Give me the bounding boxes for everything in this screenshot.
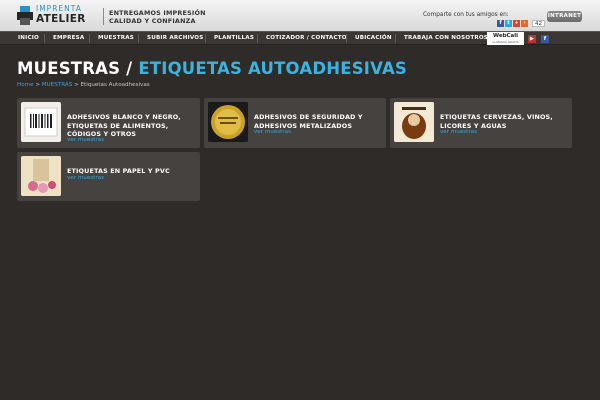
category-card[interactable]: ADHESIVOS BLANCO Y NEGRO, ETIQUETAS DE A… — [17, 98, 200, 148]
nav-separator — [257, 34, 258, 43]
share-count: 42 — [532, 20, 545, 27]
nav-item-ubicacion[interactable]: UBICACIÓN — [355, 32, 392, 45]
card-link[interactable]: ver muestras — [440, 129, 477, 135]
card-thumbnail-beer-label — [394, 102, 434, 142]
nav-item-cotizador[interactable]: COTIZADOR / CONTACTO — [266, 32, 347, 45]
card-title[interactable]: ETIQUETAS CERVEZAS, VINOS, LICORES Y AGU… — [440, 113, 568, 130]
breadcrumb-home[interactable]: Home — [17, 82, 34, 88]
card-thumbnail-paper-labels — [21, 156, 61, 196]
nav-item-inicio[interactable]: INICIO — [18, 32, 39, 45]
tagline: ENTREGAMOS IMPRESIÓN CALIDAD Y CONFIANZA — [109, 9, 206, 25]
card-title[interactable]: ADHESIVOS DE SEGURIDAD Y ADHESIVOS METAL… — [254, 113, 382, 130]
card-title[interactable]: ADHESIVOS BLANCO Y NEGRO, ETIQUETAS DE A… — [67, 113, 199, 139]
logo[interactable]: IMPRENTA ATELIER — [17, 5, 97, 27]
main-nav: INICIO EMPRESA MUESTRAS SUBIR ARCHIVOS P… — [0, 31, 600, 45]
category-card[interactable]: ETIQUETAS CERVEZAS, VINOS, LICORES Y AGU… — [390, 98, 572, 148]
breadcrumb-muestras[interactable]: MUESTRAS — [42, 82, 72, 88]
header-divider — [103, 8, 104, 25]
category-card[interactable]: ADHESIVOS DE SEGURIDAD Y ADHESIVOS METAL… — [204, 98, 386, 148]
nav-separator — [89, 34, 90, 43]
site-header: IMPRENTA ATELIER ENTREGAMOS IMPRESIÓN CA… — [0, 0, 600, 31]
twitter-icon[interactable]: t — [505, 20, 512, 27]
breadcrumb-separator: > — [35, 82, 40, 88]
card-link[interactable]: ver muestras — [67, 137, 104, 143]
page-title: MUESTRAS / ETIQUETAS AUTOADHESIVAS — [17, 59, 407, 78]
youtube-icon[interactable]: ▶ — [528, 35, 536, 43]
logo-text-bottom: ATELIER — [36, 13, 86, 25]
category-card[interactable]: ETIQUETAS EN PAPEL Y PVC ver muestras — [17, 152, 200, 201]
nav-item-empresa[interactable]: EMPRESA — [53, 32, 84, 45]
facebook-icon[interactable]: f — [497, 20, 504, 27]
webcall-sub: LLAMADA GRATIS — [492, 40, 519, 44]
card-thumbnail-seal — [208, 102, 248, 142]
nav-separator — [346, 34, 347, 43]
facebook-icon[interactable]: f — [541, 35, 549, 43]
card-thumbnail-barcode — [21, 102, 61, 142]
page-title-main: MUESTRAS / — [17, 59, 133, 78]
card-link[interactable]: ver muestras — [67, 175, 104, 181]
breadcrumb: Home > MUESTRAS > Etiquetas Autoadhesiva… — [17, 82, 150, 88]
card-link[interactable]: ver muestras — [254, 129, 291, 135]
nav-separator — [395, 34, 396, 43]
share-text: Comparte con tus amigos en: — [423, 12, 509, 18]
nav-item-trabaja[interactable]: TRABAJA CON NOSOTROS — [404, 32, 488, 45]
more-icon[interactable]: › — [521, 20, 528, 27]
breadcrumb-current: Etiquetas Autoadhesivas — [80, 82, 150, 88]
nav-item-muestras[interactable]: MUESTRAS — [98, 32, 134, 45]
social-share-bar: f t + › 42 — [497, 20, 545, 27]
webcall-label: WebCall — [492, 33, 519, 39]
logo-printer-icon — [17, 6, 33, 25]
tagline-line-2: CALIDAD Y CONFIANZA — [109, 17, 196, 25]
intranet-button[interactable]: INTRANET — [547, 11, 582, 22]
nav-item-plantillas[interactable]: PLANTILLAS — [214, 32, 254, 45]
google-plus-icon[interactable]: + — [513, 20, 520, 27]
nav-separator — [44, 34, 45, 43]
nav-separator — [205, 34, 206, 43]
breadcrumb-separator: > — [74, 82, 79, 88]
nav-item-subir-archivos[interactable]: SUBIR ARCHIVOS — [147, 32, 204, 45]
webcall-button[interactable]: WebCall LLAMADA GRATIS — [487, 32, 524, 45]
tagline-line-1: ENTREGAMOS IMPRESIÓN — [109, 9, 206, 17]
page-title-sub: ETIQUETAS AUTOADHESIVAS — [138, 59, 408, 78]
nav-separator — [138, 34, 139, 43]
logo-text-top: IMPRENTA — [36, 4, 82, 13]
